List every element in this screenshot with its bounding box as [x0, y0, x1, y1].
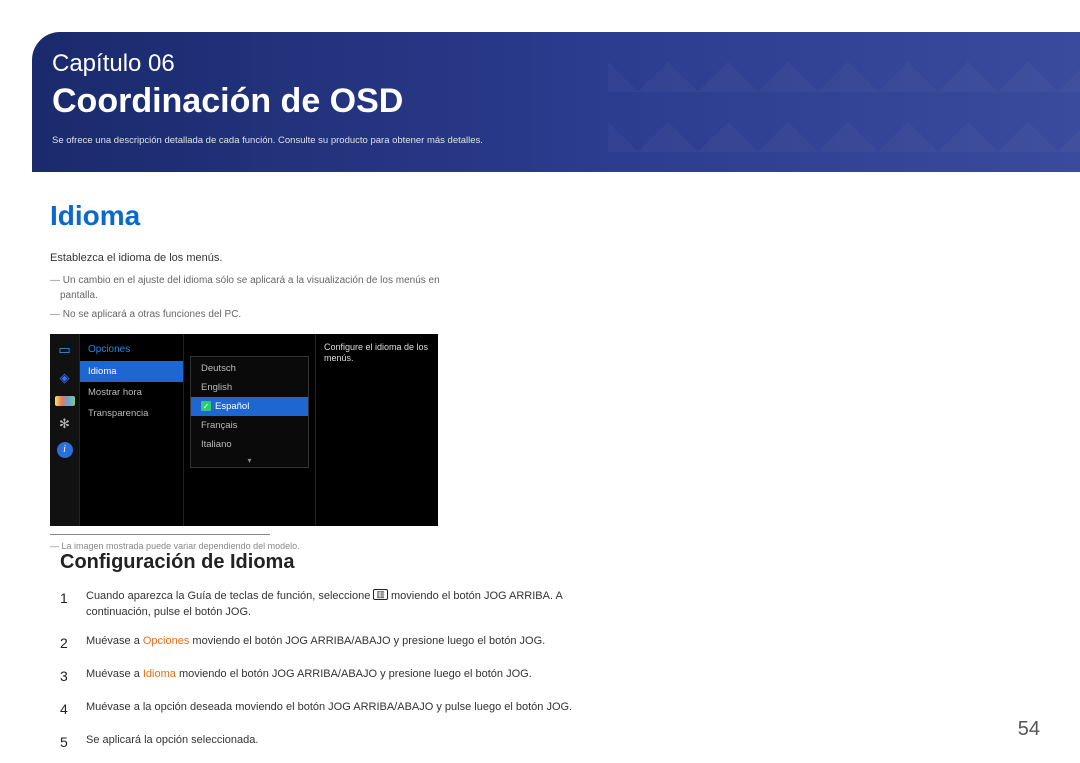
info-icon: i	[57, 442, 73, 458]
osd-language-list: ✓Deutsch ✓English ✓ Español ✓Français ✓It…	[184, 334, 316, 526]
manual-page: Capítulo 06 Coordinación de OSD Se ofrec…	[0, 0, 1080, 763]
language-item-selected: ✓ Español	[191, 397, 308, 416]
scroll-down-icon: ▾	[191, 454, 308, 465]
menu-icon: ▥	[373, 589, 388, 600]
step-item: 2 Muévase a Opciones moviendo el botón J…	[60, 633, 620, 654]
section-heading-idioma: Idioma	[50, 200, 480, 232]
step-text-part: moviendo el botón JOG ARRIBA/ABAJO y pre…	[189, 635, 545, 647]
osd-help-text: Configure el idioma de los menús.	[324, 342, 428, 364]
language-label: Deutsch	[201, 363, 236, 374]
step-highlight: Idioma	[143, 668, 176, 680]
footnote-text: La imagen mostrada puede variar dependie…	[50, 541, 480, 551]
language-item: ✓Italiano	[191, 435, 308, 454]
step-text-part: Cuando aparezca la Guía de teclas de fun…	[86, 590, 373, 602]
language-label: Italiano	[201, 439, 232, 450]
left-column: Idioma Establezca el idioma de los menús…	[50, 200, 480, 551]
osd-sidebar: ▭ ◈ ✻ i	[50, 334, 80, 526]
steps-list: 1 Cuando aparezca la Guía de teclas de f…	[60, 588, 620, 753]
step-number: 3	[60, 666, 74, 687]
check-icon: ✓	[201, 401, 211, 411]
step-text-part: Muévase a	[86, 668, 143, 680]
step-item: 3 Muévase a Idioma moviendo el botón JOG…	[60, 666, 620, 687]
step-number: 4	[60, 699, 74, 720]
picture-icon: ◈	[55, 368, 75, 388]
step-text-part: moviendo el botón JOG ARRIBA/ABAJO y pre…	[176, 668, 532, 680]
color-icon	[55, 396, 75, 406]
note-line: No se aplicará a otras funciones del PC.	[50, 307, 480, 322]
step-text: Muévase a Opciones moviendo el botón JOG…	[86, 633, 620, 654]
step-number: 5	[60, 732, 74, 753]
step-text: Muévase a Idioma moviendo el botón JOG A…	[86, 666, 620, 687]
content-area: Idioma Establezca el idioma de los menús…	[50, 200, 1040, 753]
language-box: ✓Deutsch ✓English ✓ Español ✓Français ✓It…	[190, 356, 309, 468]
banner-pattern	[608, 32, 1080, 172]
step-number: 1	[60, 588, 74, 621]
osd-menu-item: Mostrar hora	[80, 382, 183, 403]
step-text: Cuando aparezca la Guía de teclas de fun…	[86, 588, 620, 621]
monitor-icon: ▭	[55, 340, 75, 360]
step-highlight: Opciones	[143, 635, 189, 647]
info-glyph: i	[63, 444, 66, 455]
osd-help-panel: Configure el idioma de los menús.	[316, 334, 438, 526]
step-number: 2	[60, 633, 74, 654]
osd-preview: ▭ ◈ ✻ i Opciones Idioma Mostrar hora Tra…	[50, 334, 438, 526]
page-number: 54	[1018, 718, 1040, 741]
step-text-part: Muévase a	[86, 635, 143, 647]
subsection-heading: Configuración de Idioma	[60, 551, 620, 574]
right-column: Configuración de Idioma 1 Cuando aparezc…	[60, 551, 620, 753]
language-item: ✓Français	[191, 416, 308, 435]
step-item: 1 Cuando aparezca la Guía de teclas de f…	[60, 588, 620, 621]
osd-menu-item: Transparencia	[80, 403, 183, 424]
language-label: Français	[201, 420, 237, 431]
osd-menu-list: Opciones Idioma Mostrar hora Transparenc…	[80, 334, 184, 526]
step-text: Se aplicará la opción seleccionada.	[86, 732, 620, 753]
step-item: 4 Muévase a la opción deseada moviendo e…	[60, 699, 620, 720]
osd-menu-title: Opciones	[80, 340, 183, 361]
language-item: ✓English	[191, 378, 308, 397]
step-text: Muévase a la opción deseada moviendo el …	[86, 699, 620, 720]
osd-columns: Opciones Idioma Mostrar hora Transparenc…	[80, 334, 438, 526]
language-label: Español	[215, 401, 249, 412]
intro-text: Establezca el idioma de los menús.	[50, 250, 480, 267]
gear-icon: ✻	[55, 414, 75, 434]
note-line: Un cambio en el ajuste del idioma sólo s…	[50, 273, 480, 303]
osd-main: Opciones Idioma Mostrar hora Transparenc…	[80, 334, 438, 526]
language-label: English	[201, 382, 232, 393]
chapter-banner: Capítulo 06 Coordinación de OSD Se ofrec…	[32, 32, 1080, 172]
language-item: ✓Deutsch	[191, 359, 308, 378]
osd-menu-item: Idioma	[80, 361, 183, 382]
step-item: 5 Se aplicará la opción seleccionada.	[60, 732, 620, 753]
footnote-rule	[50, 534, 270, 535]
